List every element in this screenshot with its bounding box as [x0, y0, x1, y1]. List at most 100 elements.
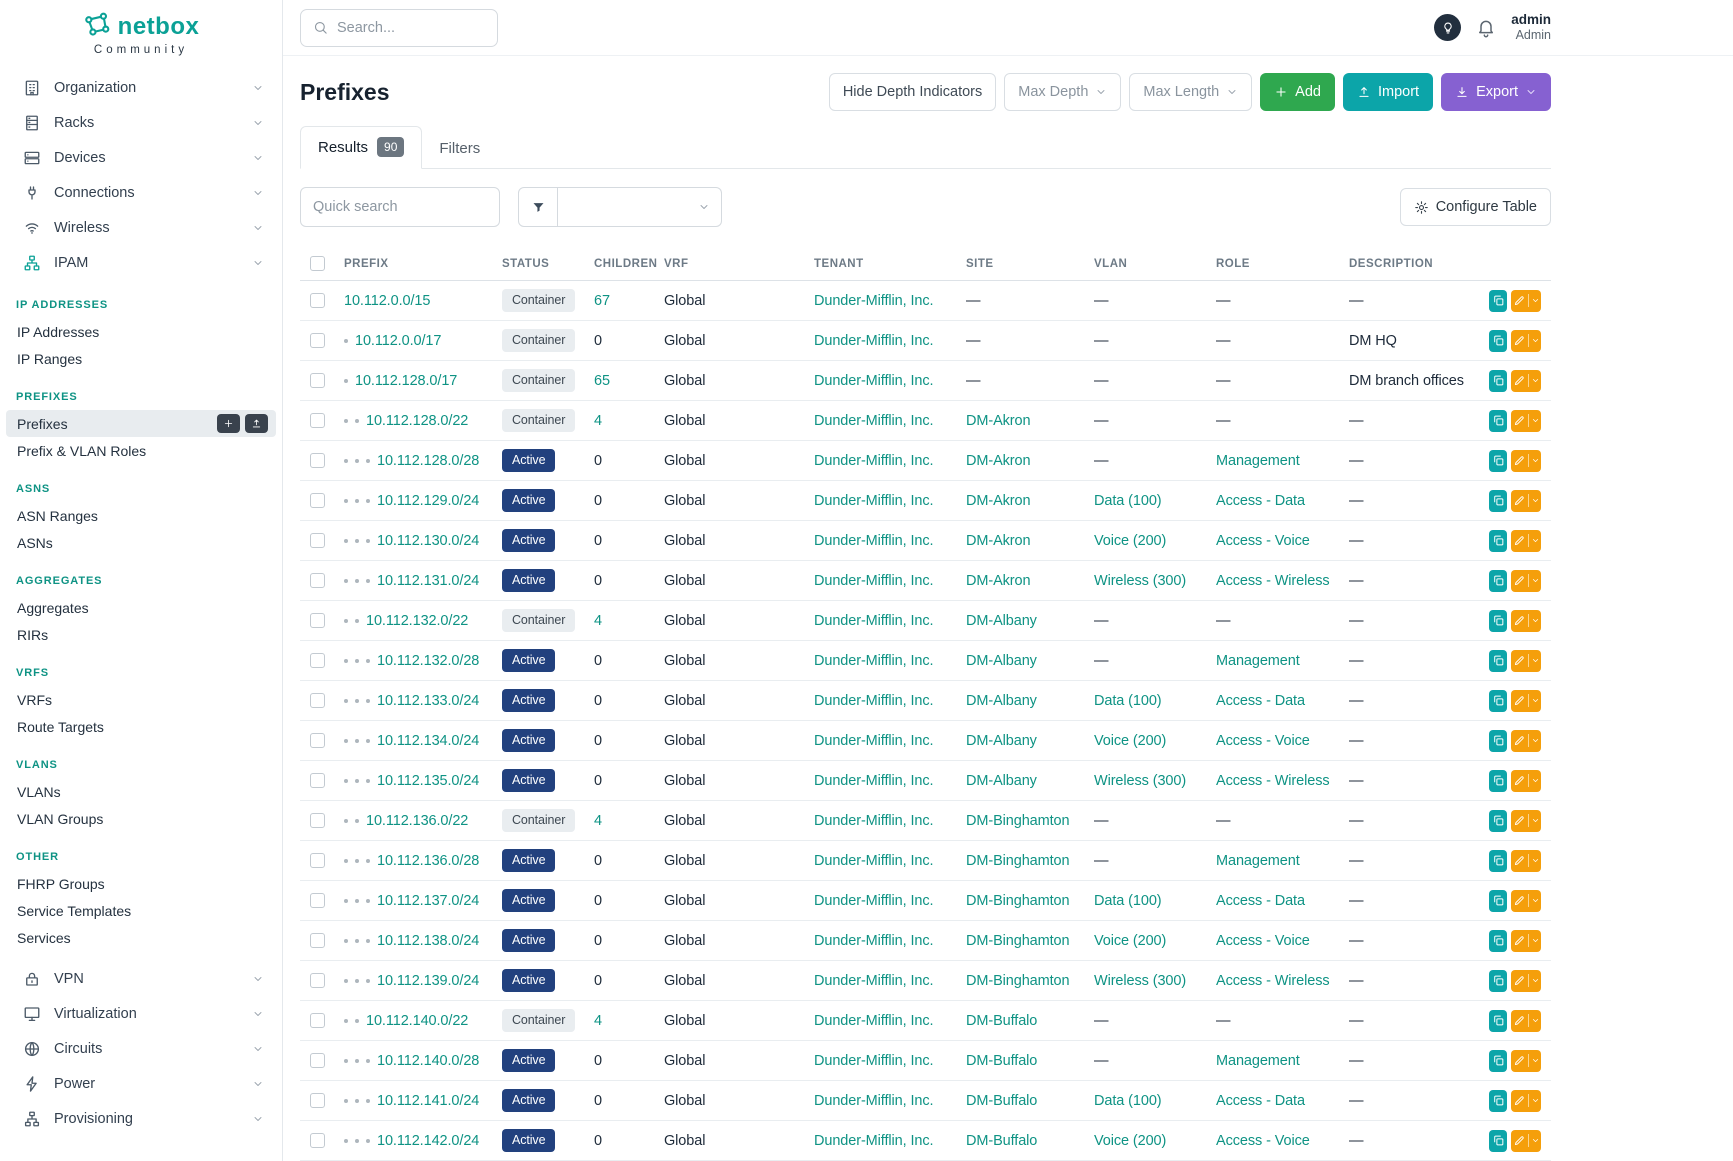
tab-results[interactable]: Results 90: [300, 126, 422, 169]
vlan-link[interactable]: Data (100): [1094, 1093, 1162, 1109]
sidebar-item-services[interactable]: Services: [6, 924, 276, 951]
prefix-link[interactable]: 10.112.128.0/28: [377, 453, 479, 469]
vlan-link[interactable]: Voice (200): [1094, 1133, 1166, 1149]
row-checkbox[interactable]: [310, 613, 325, 628]
row-checkbox[interactable]: [310, 1013, 325, 1028]
edit-button[interactable]: [1511, 530, 1541, 552]
tenant-link[interactable]: Dunder-Mifflin, Inc.: [814, 653, 933, 669]
quick-search-input[interactable]: [300, 187, 500, 227]
tenant-link[interactable]: Dunder-Mifflin, Inc.: [814, 613, 933, 629]
sidebar-item-vlans[interactable]: VLANs: [6, 778, 276, 805]
configure-table-button[interactable]: Configure Table: [1400, 188, 1551, 226]
prefix-link[interactable]: 10.112.138.0/24: [377, 933, 479, 949]
tenant-link[interactable]: Dunder-Mifflin, Inc.: [814, 413, 933, 429]
row-checkbox[interactable]: [310, 1053, 325, 1068]
sidebar-item-power[interactable]: Power: [0, 1066, 282, 1101]
row-checkbox[interactable]: [310, 533, 325, 548]
filter-button[interactable]: [518, 187, 558, 227]
row-checkbox[interactable]: [310, 733, 325, 748]
site-link[interactable]: DM-Albany: [966, 773, 1037, 789]
prefix-link[interactable]: 10.112.128.0/17: [355, 373, 457, 389]
prefix-link[interactable]: 10.112.140.0/28: [377, 1053, 479, 1069]
edit-button[interactable]: [1511, 410, 1541, 432]
row-checkbox[interactable]: [310, 893, 325, 908]
edit-button[interactable]: [1511, 370, 1541, 392]
edit-button[interactable]: [1511, 490, 1541, 512]
row-checkbox[interactable]: [310, 853, 325, 868]
sidebar-item-connections[interactable]: Connections: [0, 175, 282, 210]
role-link[interactable]: Access - Data: [1216, 493, 1305, 509]
clone-button[interactable]: [1489, 610, 1507, 632]
tenant-link[interactable]: Dunder-Mifflin, Inc.: [814, 453, 933, 469]
edit-button[interactable]: [1511, 890, 1541, 912]
prefix-link[interactable]: 10.112.129.0/24: [377, 493, 479, 509]
edit-button[interactable]: [1511, 610, 1541, 632]
edit-button[interactable]: [1511, 770, 1541, 792]
row-checkbox[interactable]: [310, 653, 325, 668]
vlan-link[interactable]: Wireless (300): [1094, 773, 1186, 789]
column-header-site[interactable]: SITE: [956, 247, 1084, 281]
sidebar-item-wireless[interactable]: Wireless: [0, 210, 282, 245]
tenant-link[interactable]: Dunder-Mifflin, Inc.: [814, 773, 933, 789]
clone-button[interactable]: [1489, 330, 1507, 352]
clone-button[interactable]: [1489, 1010, 1507, 1032]
prefix-link[interactable]: 10.112.139.0/24: [377, 973, 479, 989]
clone-button[interactable]: [1489, 850, 1507, 872]
bell-icon[interactable]: [1476, 18, 1496, 38]
hide-depth-indicators-button[interactable]: Hide Depth Indicators: [829, 73, 996, 111]
prefix-link[interactable]: 10.112.133.0/24: [377, 693, 479, 709]
site-link[interactable]: DM-Albany: [966, 693, 1037, 709]
quick-import-button[interactable]: [245, 414, 268, 433]
row-checkbox[interactable]: [310, 373, 325, 388]
brand[interactable]: netbox Community: [0, 0, 282, 70]
site-link[interactable]: DM-Binghamton: [966, 853, 1069, 869]
site-link[interactable]: DM-Buffalo: [966, 1093, 1037, 1109]
site-link[interactable]: DM-Buffalo: [966, 1133, 1037, 1149]
export-button[interactable]: Export: [1441, 73, 1551, 111]
children-count-link[interactable]: 4: [594, 413, 602, 429]
site-link[interactable]: DM-Binghamton: [966, 893, 1069, 909]
column-header-prefix[interactable]: PREFIX: [334, 247, 492, 281]
prefix-link[interactable]: 10.112.140.0/22: [366, 1013, 468, 1029]
prefix-link[interactable]: 10.112.135.0/24: [377, 773, 479, 789]
sidebar-item-ip-addresses[interactable]: IP Addresses: [6, 318, 276, 345]
tenant-link[interactable]: Dunder-Mifflin, Inc.: [814, 893, 933, 909]
clone-button[interactable]: [1489, 290, 1507, 312]
prefix-link[interactable]: 10.112.136.0/22: [366, 813, 468, 829]
children-count-link[interactable]: 4: [594, 813, 602, 829]
vlan-link[interactable]: Wireless (300): [1094, 973, 1186, 989]
clone-button[interactable]: [1489, 650, 1507, 672]
row-checkbox[interactable]: [310, 933, 325, 948]
vlan-link[interactable]: Voice (200): [1094, 733, 1166, 749]
clone-button[interactable]: [1489, 490, 1507, 512]
site-link[interactable]: DM-Akron: [966, 493, 1030, 509]
sidebar-item-vlan-groups[interactable]: VLAN Groups: [6, 805, 276, 832]
sidebar-item-service-templates[interactable]: Service Templates: [6, 897, 276, 924]
site-link[interactable]: DM-Akron: [966, 453, 1030, 469]
vlan-link[interactable]: Data (100): [1094, 893, 1162, 909]
sidebar-item-racks[interactable]: Racks: [0, 105, 282, 140]
prefix-link[interactable]: 10.112.132.0/22: [366, 613, 468, 629]
edit-button[interactable]: [1511, 1010, 1541, 1032]
role-link[interactable]: Management: [1216, 453, 1300, 469]
user-menu[interactable]: admin Admin: [1511, 12, 1551, 43]
role-link[interactable]: Access - Wireless: [1216, 573, 1330, 589]
role-link[interactable]: Access - Voice: [1216, 733, 1310, 749]
clone-button[interactable]: [1489, 530, 1507, 552]
edit-button[interactable]: [1511, 730, 1541, 752]
site-link[interactable]: DM-Albany: [966, 653, 1037, 669]
role-link[interactable]: Management: [1216, 853, 1300, 869]
clone-button[interactable]: [1489, 970, 1507, 992]
tenant-link[interactable]: Dunder-Mifflin, Inc.: [814, 333, 933, 349]
tenant-link[interactable]: Dunder-Mifflin, Inc.: [814, 693, 933, 709]
quick-add-button[interactable]: [217, 414, 240, 433]
tenant-link[interactable]: Dunder-Mifflin, Inc.: [814, 293, 933, 309]
site-link[interactable]: DM-Binghamton: [966, 813, 1069, 829]
row-checkbox[interactable]: [310, 1133, 325, 1148]
sidebar-item-route-targets[interactable]: Route Targets: [6, 713, 276, 740]
sidebar-item-aggregates[interactable]: Aggregates: [6, 594, 276, 621]
tenant-link[interactable]: Dunder-Mifflin, Inc.: [814, 973, 933, 989]
tenant-link[interactable]: Dunder-Mifflin, Inc.: [814, 1133, 933, 1149]
sidebar-item-circuits[interactable]: Circuits: [0, 1031, 282, 1066]
add-button[interactable]: Add: [1260, 73, 1335, 111]
